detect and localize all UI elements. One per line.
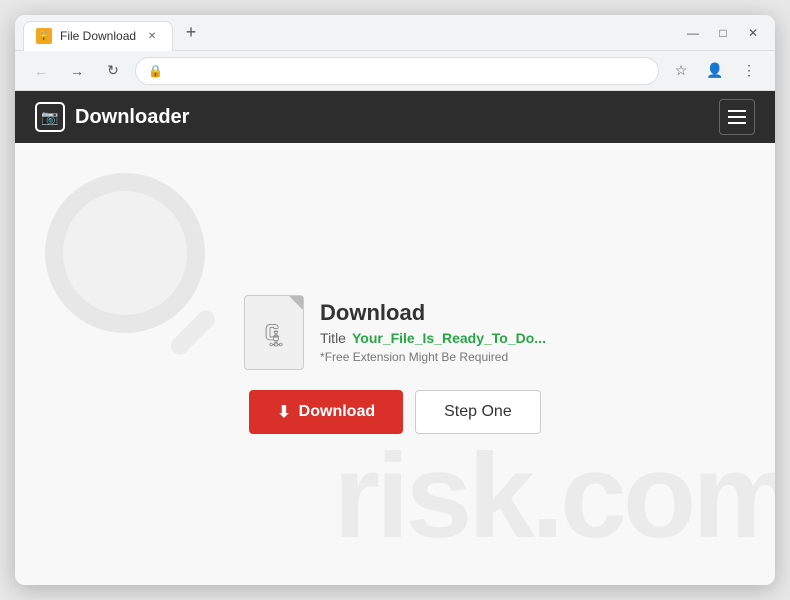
camera-icon: 📷 bbox=[35, 102, 65, 132]
app-title: Downloader bbox=[75, 106, 189, 129]
tab-favicon: 🔒 bbox=[36, 28, 52, 44]
browser-window: 🔒 File Download ✕ + — □ ✕ ← → ↻ 🔒 ☆ 👤 ⋮ bbox=[15, 15, 775, 585]
forward-button[interactable]: → bbox=[63, 57, 91, 85]
hamburger-line-1 bbox=[728, 110, 746, 112]
step-one-button[interactable]: Step One bbox=[415, 390, 541, 434]
download-icon: ⬇ bbox=[277, 402, 290, 422]
reload-button[interactable]: ↻ bbox=[99, 57, 127, 85]
app-header: 📷 Downloader bbox=[15, 91, 775, 143]
active-tab[interactable]: 🔒 File Download ✕ bbox=[23, 21, 173, 51]
address-bar-actions: ☆ 👤 ⋮ bbox=[667, 57, 763, 85]
file-title-heading: Download bbox=[320, 300, 546, 326]
lock-icon: 🔒 bbox=[148, 64, 163, 78]
url-bar[interactable]: 🔒 bbox=[135, 57, 659, 85]
watermark-search-icon bbox=[45, 173, 205, 333]
file-info-row: 🗜 Download Title Your_File_Is_Ready_To_D… bbox=[244, 295, 546, 370]
hamburger-line-3 bbox=[728, 122, 746, 124]
download-button[interactable]: ⬇ Download bbox=[249, 390, 403, 434]
restore-button[interactable]: □ bbox=[709, 19, 737, 47]
file-details: Download Title Your_File_Is_Ready_To_Do.… bbox=[320, 300, 546, 364]
menu-icon[interactable]: ⋮ bbox=[735, 57, 763, 85]
tab-title: File Download bbox=[60, 29, 136, 43]
hamburger-menu[interactable] bbox=[719, 99, 755, 135]
window-controls: — □ ✕ bbox=[679, 19, 767, 47]
download-card: 🗜 Download Title Your_File_Is_Ready_To_D… bbox=[244, 295, 546, 434]
title-bar: 🔒 File Download ✕ + — □ ✕ bbox=[15, 15, 775, 51]
step-one-label: Step One bbox=[444, 403, 512, 420]
title-label: Title bbox=[320, 330, 346, 346]
hamburger-line-2 bbox=[728, 116, 746, 118]
file-note: *Free Extension Might Be Required bbox=[320, 350, 546, 364]
zip-icon: 🗜 bbox=[260, 323, 288, 349]
file-icon: 🗜 bbox=[244, 295, 304, 370]
new-tab-button[interactable]: + bbox=[177, 19, 205, 47]
minimize-button[interactable]: — bbox=[679, 19, 707, 47]
button-row: ⬇ Download Step One bbox=[249, 390, 540, 434]
profile-icon[interactable]: 👤 bbox=[701, 57, 729, 85]
tab-bar: 🔒 File Download ✕ + bbox=[23, 15, 351, 50]
tab-close-button[interactable]: ✕ bbox=[144, 28, 160, 44]
close-button[interactable]: ✕ bbox=[739, 19, 767, 47]
app-logo: 📷 Downloader bbox=[35, 102, 719, 132]
address-bar: ← → ↻ 🔒 ☆ 👤 ⋮ bbox=[15, 51, 775, 91]
file-title-value: Your_File_Is_Ready_To_Do... bbox=[352, 330, 546, 346]
main-content: risk.com 🗜 Download Title Your_File_Is_R… bbox=[15, 143, 775, 585]
watermark-text: risk.com bbox=[333, 427, 775, 565]
file-title-row: Title Your_File_Is_Ready_To_Do... bbox=[320, 330, 546, 346]
back-button[interactable]: ← bbox=[27, 57, 55, 85]
bookmark-icon[interactable]: ☆ bbox=[667, 57, 695, 85]
download-button-label: Download bbox=[299, 403, 375, 421]
